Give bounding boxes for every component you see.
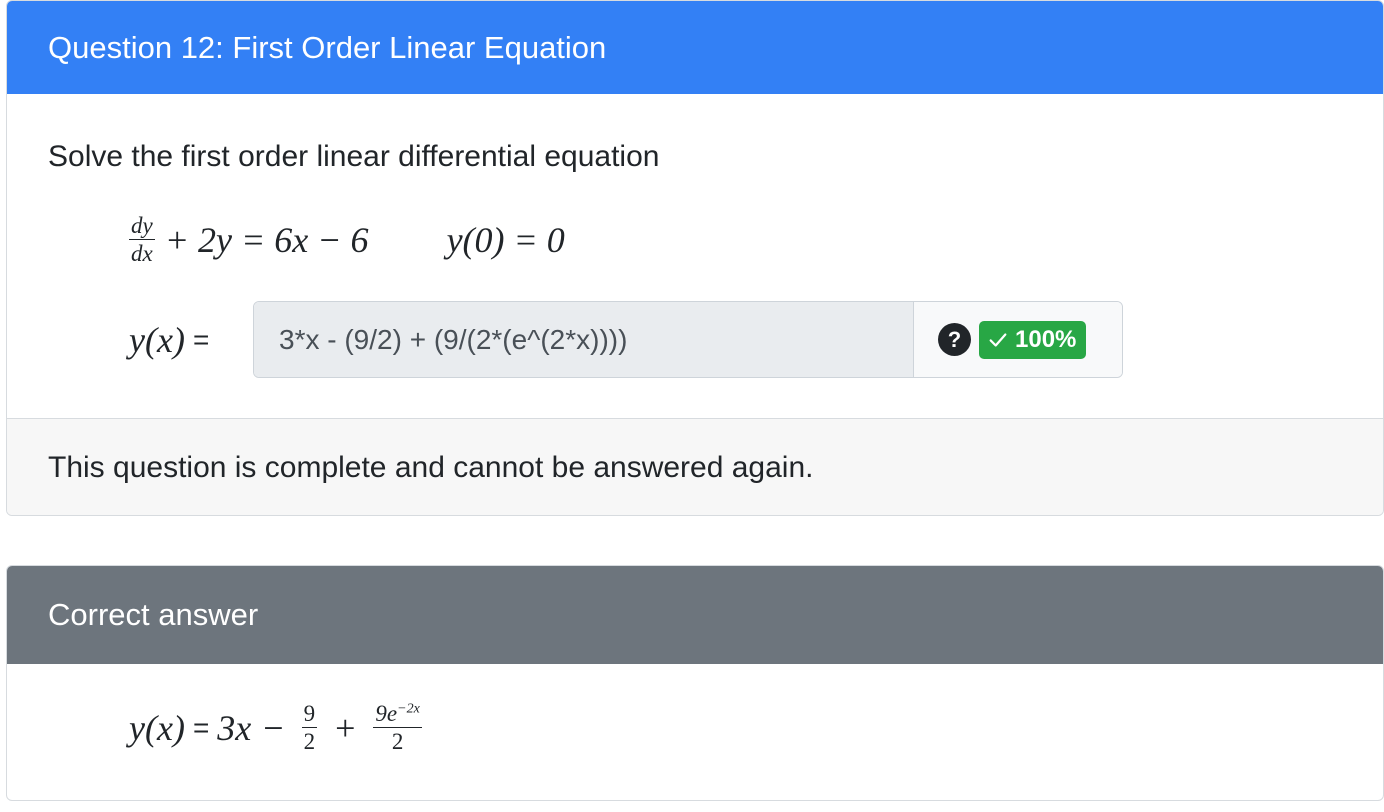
check-icon	[989, 332, 1007, 347]
correct-answer-frac1: 9 2	[301, 701, 318, 754]
completion-message: This question is complete and cannot be …	[48, 450, 814, 484]
correct-answer-equation: y(x) = 3x − 9 2 + 9e−2x 2	[129, 702, 428, 753]
differential-equation: dy dx + 2y = 6x − 6 y(0) = 0	[129, 214, 565, 265]
correct-answer-plus: +	[335, 707, 356, 748]
correct-answer-lhs: y(x)	[129, 707, 185, 748]
answer-addon: ? 100%	[914, 302, 1122, 377]
frac2-numerator-exponent: −2x	[397, 701, 420, 717]
question-body: Solve the first order linear differentia…	[7, 94, 1383, 418]
correct-answer-frac2: 9e−2x 2	[373, 701, 422, 754]
question-prompt: Solve the first order linear differentia…	[48, 140, 660, 173]
correct-answer-title: Correct answer	[48, 597, 259, 632]
correct-answer-equals: =	[192, 711, 210, 743]
answer-row: y(x) = 3*x - (9/2) + (9/(2*(e^(2*x)))) ?…	[129, 301, 1123, 378]
frac2-denominator: 2	[391, 729, 404, 754]
question-title: Question 12: First Order Linear Equation	[48, 29, 607, 65]
derivative-fraction: dy dx	[129, 214, 155, 265]
question-header: Question 12: First Order Linear Equation	[7, 1, 1383, 94]
question-footer: This question is complete and cannot be …	[7, 418, 1383, 515]
derivative-denominator: dx	[131, 241, 153, 266]
frac2-numerator: 9e−2x	[373, 701, 422, 728]
answer-input-group: 3*x - (9/2) + (9/(2*(e^(2*x)))) ? 100%	[253, 301, 1123, 378]
answer-label: y(x) =	[129, 319, 253, 361]
correct-answer-header: Correct answer	[7, 566, 1383, 664]
answer-input[interactable]: 3*x - (9/2) + (9/(2*(e^(2*x))))	[254, 302, 914, 377]
score-badge: 100%	[979, 320, 1087, 359]
answer-label-lhs: y(x)	[129, 319, 185, 360]
initial-condition: y(0) = 0	[446, 219, 565, 260]
equation-rhs: + 2y = 6x − 6	[164, 219, 369, 260]
frac2-numerator-base: 9e	[375, 701, 398, 726]
correct-answer-term1: 3x	[217, 707, 252, 748]
frac1-denominator: 2	[303, 729, 316, 754]
score-value: 100%	[1015, 325, 1077, 353]
question-card: Question 12: First Order Linear Equation…	[6, 0, 1384, 516]
frac1-numerator: 9	[301, 701, 318, 728]
help-icon[interactable]: ?	[938, 323, 971, 356]
correct-answer-body: y(x) = 3x − 9 2 + 9e−2x 2	[7, 664, 1383, 800]
correct-answer-minus: −	[263, 707, 284, 748]
derivative-numerator: dy	[129, 213, 155, 240]
correct-answer-card: Correct answer y(x) = 3x − 9 2 + 9e−2x 2	[6, 565, 1384, 801]
answer-label-equals: =	[192, 323, 210, 355]
